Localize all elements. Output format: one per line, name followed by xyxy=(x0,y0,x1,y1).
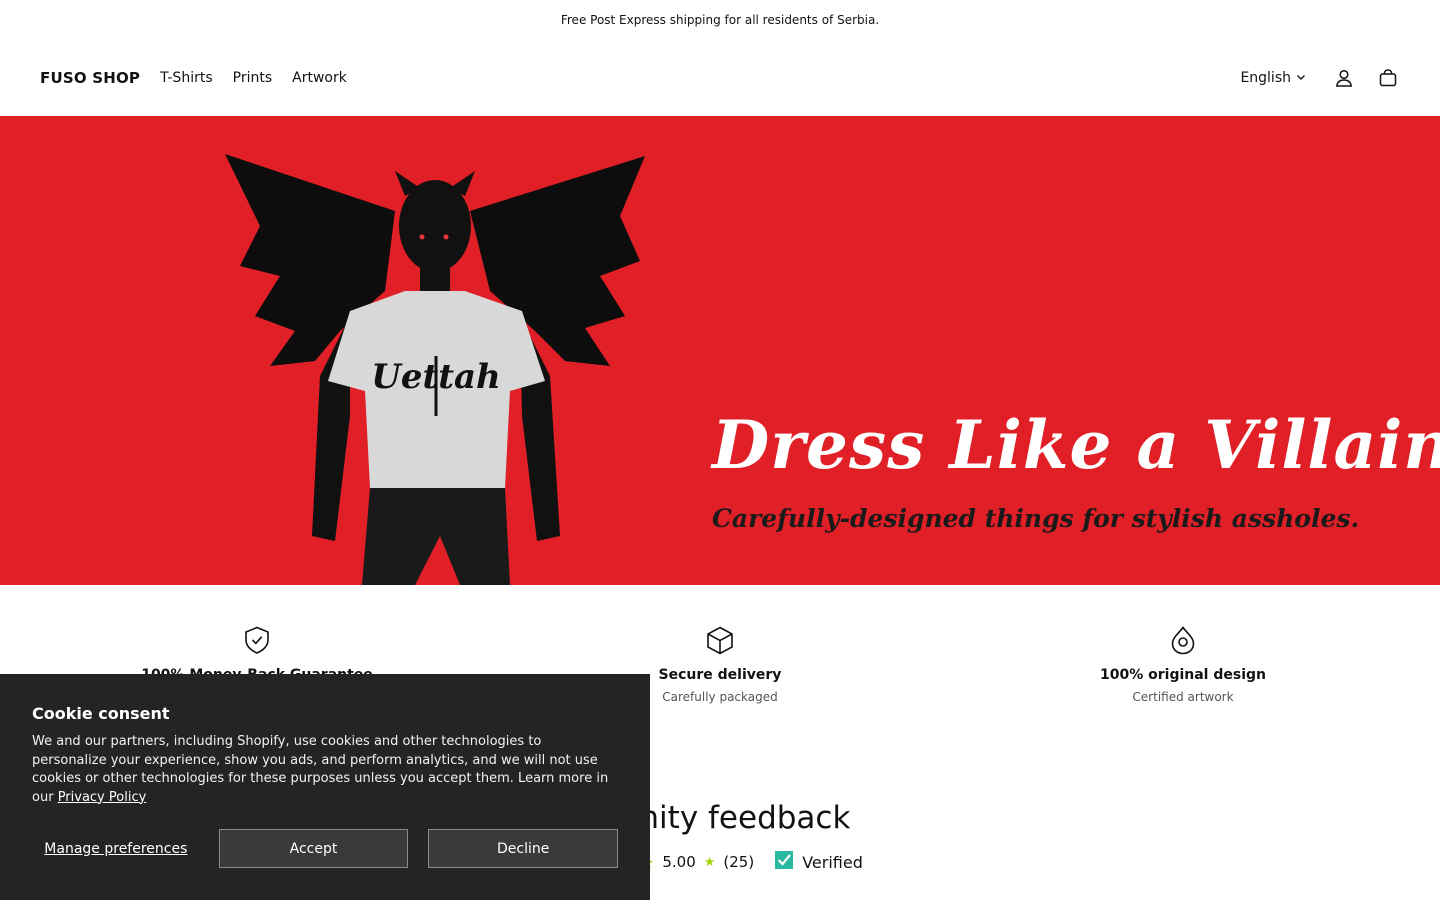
cookie-title: Cookie consent xyxy=(32,704,170,723)
rating-summary[interactable]: ★ 5.00 ★ (25) Verified xyxy=(640,850,863,874)
announcement-bar: Free Post Express shipping for all resid… xyxy=(0,0,1440,40)
verified-badge: Verified xyxy=(774,850,863,874)
nav-link-prints[interactable]: Prints xyxy=(233,70,273,86)
chevron-down-icon xyxy=(1296,70,1306,86)
hero-banner[interactable]: Uettah Dress Like a Villain Carefully-de… xyxy=(0,116,1440,585)
hero-subtitle: Carefully-designed things for stylish as… xyxy=(712,504,1360,533)
announcement-text: Free Post Express shipping for all resid… xyxy=(560,13,880,27)
cookie-consent-banner: Cookie consent We and our partners, incl… xyxy=(0,674,650,900)
verified-check-icon xyxy=(774,850,794,874)
star-icon: ★ xyxy=(703,854,716,870)
cart-icon[interactable] xyxy=(1376,66,1400,90)
feature-original-design: 100% original design Certified artwork xyxy=(1033,625,1333,704)
main-nav: T-Shirts Prints Artwork xyxy=(160,70,347,86)
manage-preferences-button[interactable]: Manage preferences xyxy=(32,841,200,857)
rating-value: 5.00 xyxy=(662,853,696,871)
feature-title: 100% original design xyxy=(1100,667,1266,683)
cookie-actions: Manage preferences Accept Decline xyxy=(32,829,618,868)
cookie-body: We and our partners, including Shopify, … xyxy=(32,733,618,807)
privacy-policy-link[interactable]: Privacy Policy xyxy=(58,790,147,805)
accept-button[interactable]: Accept xyxy=(218,829,409,868)
header-actions: English xyxy=(1240,66,1400,90)
box-icon xyxy=(705,625,735,655)
brand-logo[interactable]: FUSO SHOP xyxy=(40,69,140,87)
language-label: English xyxy=(1240,70,1291,86)
nav-link-t-shirts[interactable]: T-Shirts xyxy=(160,70,213,86)
nav-link-artwork[interactable]: Artwork xyxy=(292,70,347,86)
shield-check-icon xyxy=(242,625,272,655)
feature-subtitle: Certified artwork xyxy=(1132,690,1234,704)
hero-villain-illustration: Uettah xyxy=(225,154,645,585)
hero-title: Dress Like a Villain xyxy=(712,406,1440,484)
drop-icon xyxy=(1168,625,1198,655)
rating-count: (25) xyxy=(723,853,755,871)
account-icon[interactable] xyxy=(1332,66,1356,90)
site-header: FUSO SHOP T-Shirts Prints Artwork Englis… xyxy=(0,40,1440,116)
decline-button[interactable]: Decline xyxy=(428,829,618,868)
verified-label: Verified xyxy=(802,852,863,872)
language-selector[interactable]: English xyxy=(1240,70,1306,86)
